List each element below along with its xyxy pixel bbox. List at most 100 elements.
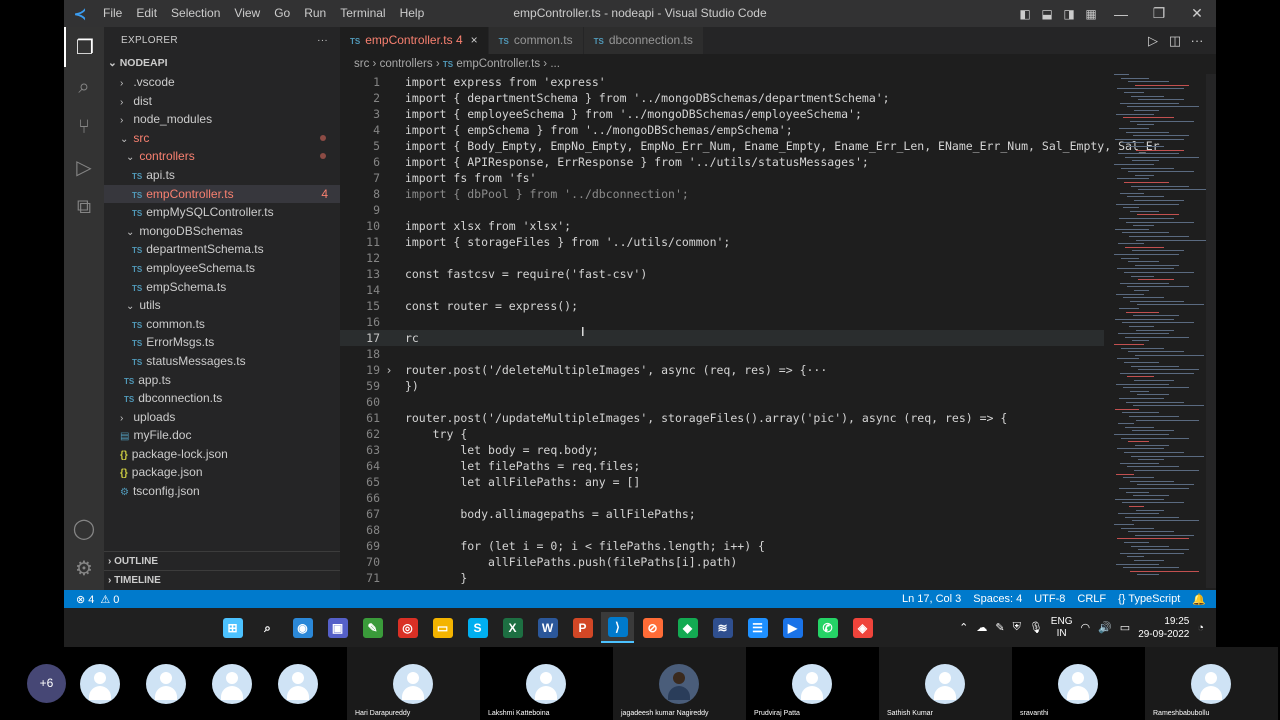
menu-file[interactable]: File <box>96 0 129 27</box>
taskbar-skype-icon[interactable]: S <box>461 612 494 643</box>
taskbar-whatsapp-icon[interactable]: ✆ <box>811 612 844 643</box>
taskbar-search-icon[interactable]: ⌕ <box>251 612 284 643</box>
participant-tile[interactable]: Lakshmi Katteboina <box>480 647 613 720</box>
breadcrumb-file[interactable]: empController.ts <box>456 58 540 70</box>
language-indicator[interactable]: ENG IN <box>1051 616 1073 640</box>
tree-file-statusmessages[interactable]: TS statusMessages.ts <box>104 352 340 371</box>
notifications-bell-icon[interactable]: 🔔 <box>1192 593 1206 606</box>
code-line[interactable]: 59 }) <box>340 378 1104 394</box>
mic-icon[interactable]: 🎙 <box>1029 621 1043 634</box>
participant-tile[interactable]: sravanthi <box>1012 647 1145 720</box>
code-line[interactable]: 19 › router.post('/deleteMultipleImages',… <box>340 362 1104 378</box>
menu-help[interactable]: Help <box>393 0 432 27</box>
source-control-icon[interactable]: ⑂ <box>64 107 104 147</box>
code-line[interactable]: 68 <box>340 522 1104 538</box>
menu-terminal[interactable]: Terminal <box>333 0 392 27</box>
breadcrumb-symbol[interactable]: ... <box>550 58 560 70</box>
account-icon[interactable]: ◯ <box>64 508 104 548</box>
fold-chevron-icon[interactable]: › <box>380 362 398 378</box>
taskbar-postman-icon[interactable]: ⊘ <box>636 612 669 643</box>
taskbar-notepad-icon[interactable]: ✎ <box>356 612 389 643</box>
participant-tile[interactable]: Sathish Kumar <box>879 647 1012 720</box>
taskbar-notes-icon[interactable]: ☰ <box>741 612 774 643</box>
wifi-icon[interactable]: ◠ <box>1080 621 1090 634</box>
toggle-panel-icon[interactable]: ⬓ <box>1036 7 1058 21</box>
taskbar-start-icon[interactable]: ⊞ <box>216 612 249 643</box>
close-tab-icon[interactable]: × <box>471 33 478 47</box>
clock[interactable]: 19:25 29-09-2022 <box>1138 615 1189 641</box>
tree-folder-utils[interactable]: ⌄ utils <box>104 296 340 315</box>
code-line[interactable]: 7 import fs from 'fs' <box>340 170 1104 186</box>
toggle-sidebar-icon[interactable]: ◧ <box>1014 7 1036 21</box>
outline-section[interactable]: › OUTLINE <box>104 551 340 571</box>
taskbar-video-app-icon[interactable]: ▶ <box>776 612 809 643</box>
participant-tile[interactable] <box>265 647 331 720</box>
participant-tile[interactable] <box>199 647 265 720</box>
code-editor[interactable]: 1 import express from 'express' 2 import … <box>340 74 1160 588</box>
tab-common[interactable]: TS common.ts <box>488 27 584 54</box>
workspace-root[interactable]: ⌄ NODEAPI <box>104 53 340 73</box>
code-line[interactable]: 62 try { <box>340 426 1104 442</box>
participant-tile[interactable] <box>133 647 199 720</box>
pen-icon[interactable]: ✎ <box>995 621 1004 634</box>
editor-scrollbar[interactable] <box>1206 74 1216 588</box>
end-of-line[interactable]: CRLF <box>1077 593 1106 605</box>
tree-folder-dist[interactable]: › dist <box>104 92 340 111</box>
taskbar-anydesk-icon[interactable]: ◈ <box>846 612 879 643</box>
menu-run[interactable]: Run <box>297 0 333 27</box>
battery-icon[interactable]: ▭ <box>1120 621 1130 634</box>
tree-folder-mongodbschemas[interactable]: ⌄ mongoDBSchemas <box>104 222 340 241</box>
tree-file-departmentschema[interactable]: TS departmentSchema.ts <box>104 240 340 259</box>
participant-tile[interactable]: jagadeesh kumar Nagireddy <box>613 647 746 720</box>
code-line[interactable]: 70 allFilePaths.push(filePaths[i].path) <box>340 554 1104 570</box>
breadcrumb-controllers[interactable]: controllers <box>380 58 433 70</box>
code-line[interactable]: 9 <box>340 202 1104 218</box>
tree-file-common[interactable]: TS common.ts <box>104 315 340 334</box>
code-line[interactable]: 6 import { APIResponse, ErrResponse } fr… <box>340 154 1104 170</box>
code-line[interactable]: 16 <box>340 314 1104 330</box>
tree-file-errormsgs[interactable]: TS ErrorMsgs.ts <box>104 333 340 352</box>
shield-icon[interactable]: ⛨ <box>1013 621 1021 634</box>
tab-empcontroller[interactable]: TS empController.ts 4 × <box>340 27 489 54</box>
extensions-icon[interactable]: ⧉ <box>64 187 104 227</box>
taskbar-vscode-icon[interactable]: ⟩ <box>601 612 634 643</box>
errors-count[interactable]: ⊗ 4 <box>76 593 94 606</box>
taskbar-app-store-icon[interactable]: ▣ <box>321 612 354 643</box>
taskbar-app-blue-icon[interactable]: ≋ <box>706 612 739 643</box>
code-line[interactable]: 10 import xlsx from 'xlsx'; <box>340 218 1104 234</box>
tab-dbconnection[interactable]: TS dbconnection.ts <box>583 27 704 54</box>
participant-tile[interactable]: Prudviraj Patta <box>746 647 879 720</box>
taskbar-powerpoint-icon[interactable]: P <box>566 612 599 643</box>
split-editor-icon[interactable]: ◫ <box>1164 33 1186 49</box>
cursor-position[interactable]: Ln 17, Col 3 <box>902 593 961 605</box>
run-debug-icon[interactable]: ▷ <box>64 147 104 187</box>
taskbar-chrome-icon[interactable]: ◎ <box>391 612 424 643</box>
volume-icon[interactable]: 🔊 <box>1098 621 1112 634</box>
code-line[interactable]: 67 body.allimagepaths = allFilePaths; <box>340 506 1104 522</box>
code-line[interactable]: 61 router.post('/updateMultipleImages', … <box>340 410 1104 426</box>
code-line[interactable]: 8 import { dbPool } from '../dbconnectio… <box>340 186 1104 202</box>
code-line[interactable]: 64 let filePaths = req.files; <box>340 458 1104 474</box>
minimap[interactable] <box>1104 74 1209 588</box>
toggle-secondary-sidebar-icon[interactable]: ◨ <box>1058 7 1080 21</box>
language-mode[interactable]: {} TypeScript <box>1118 593 1180 605</box>
code-line[interactable]: 17 rc <box>340 330 1104 346</box>
more-participants-button[interactable]: +6 <box>27 664 66 703</box>
minimize-icon[interactable]: — <box>1102 6 1140 22</box>
menu-view[interactable]: View <box>227 0 267 27</box>
notification-center-icon[interactable]: ◔ <box>1197 622 1204 634</box>
code-line[interactable]: 65 let allFilePaths: any = [] <box>340 474 1104 490</box>
warnings-count[interactable]: ⚠ 0 <box>100 593 119 606</box>
taskbar-word-icon[interactable]: W <box>531 612 564 643</box>
code-line[interactable]: 14 <box>340 282 1104 298</box>
run-icon[interactable]: ▷ <box>1142 33 1164 49</box>
chevron-up-icon[interactable]: ⌃ <box>959 621 968 634</box>
menu-go[interactable]: Go <box>267 0 297 27</box>
code-line[interactable]: 69 for (let i = 0; i < filePaths.length;… <box>340 538 1104 554</box>
tree-file-dbconnection[interactable]: TS dbconnection.ts <box>104 389 340 408</box>
tree-folder-node-modules[interactable]: › node_modules <box>104 110 340 129</box>
tree-folder-controllers[interactable]: ⌄ controllers <box>104 147 340 166</box>
code-line[interactable]: 12 <box>340 250 1104 266</box>
participant-tile[interactable]: Hari Darapureddy <box>347 647 480 720</box>
participant-tile[interactable] <box>67 647 133 720</box>
